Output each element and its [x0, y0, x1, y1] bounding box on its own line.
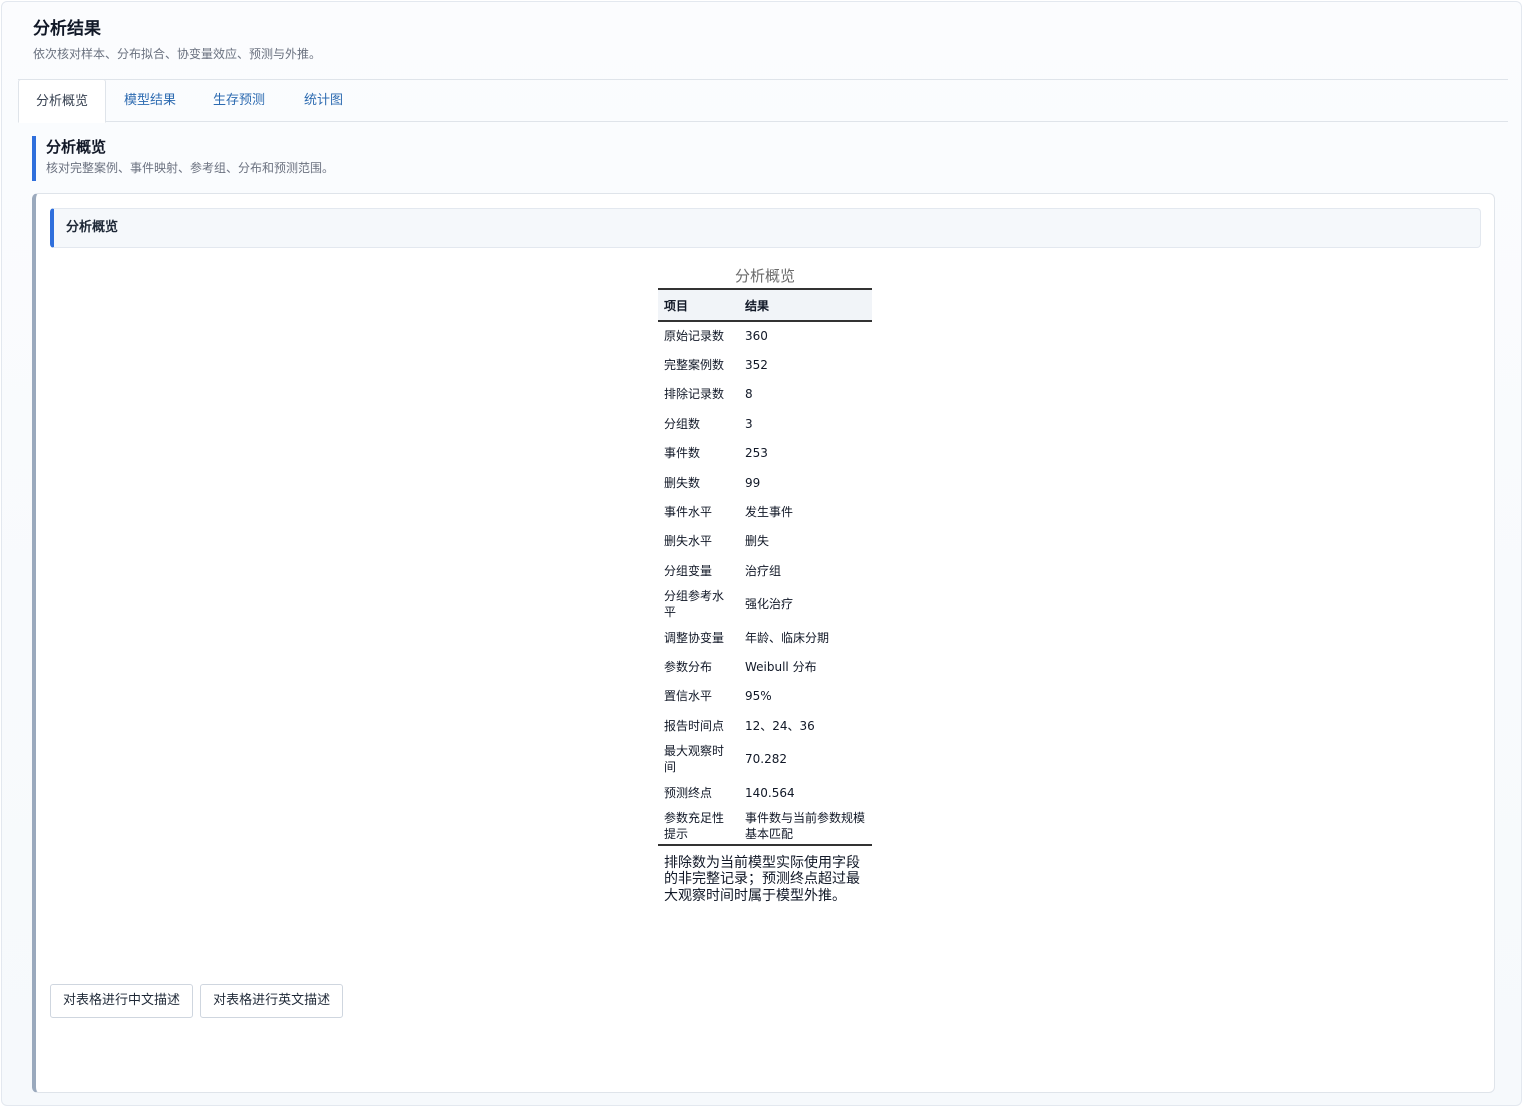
table-cell-item: 删失水平: [664, 534, 713, 549]
table-row: 报告时间点 12、24、36: [658, 711, 872, 740]
table-row: 删失水平 删失: [658, 527, 872, 556]
table-cell-result: 140.564: [745, 785, 795, 800]
describe-english-button[interactable]: 对表格进行英文描述: [200, 984, 344, 1018]
table-cell-result: 治疗组: [745, 563, 782, 578]
table-cell-item: 参数分布: [664, 660, 713, 675]
tab-charts[interactable]: 统计图: [304, 79, 343, 122]
page-header: 分析结果 依次核对样本、分布拟合、协变量效应、预测与外推。: [33, 17, 321, 62]
table-row: 调整协变量 年龄、临床分期: [658, 623, 872, 652]
table-cell-item: 预测终点: [664, 785, 713, 800]
table-cell-result: 删失: [745, 534, 770, 549]
table-cell-item: 分组变量: [664, 563, 713, 578]
page-subtitle: 依次核对样本、分布拟合、协变量效应、预测与外推。: [33, 47, 322, 61]
table-cell-result: 3: [745, 416, 753, 431]
table-row: 参数分布 Weibull 分布: [658, 652, 872, 681]
table-row: 事件数 253: [658, 439, 872, 468]
table-cell-result: 352: [745, 358, 768, 373]
table-row: 置信水平 95%: [658, 682, 872, 711]
table-note: 排除数为当前模型实际使用字段的非完整记录；预测终点超过最大观察时间时属于模型外推…: [664, 854, 860, 904]
table-cell-result: 70.282: [745, 752, 787, 767]
table-header-row: 项目 结果: [658, 289, 872, 321]
table-row: 完整案例数 352: [658, 350, 872, 379]
table-row: 事件水平 发生事件: [658, 497, 872, 526]
table-cell-item: 排除记录数: [664, 387, 725, 402]
table-cell-item: 删失数: [664, 475, 701, 490]
table-cell-item: 参数充足性提示: [664, 810, 725, 841]
table-caption: 分析概览: [734, 267, 795, 285]
table-cell-item: 事件数: [664, 446, 701, 461]
table-cell-item: 事件水平: [664, 505, 713, 520]
table-cell-result: 360: [745, 329, 768, 344]
table-row: 分组参考水平 强化治疗: [658, 586, 872, 624]
table-cell-item: 报告时间点: [664, 718, 725, 733]
section-subtitle: 核对完整案例、事件映射、参考组、分布和预测范围。: [46, 161, 335, 175]
table-cell-result: 95%: [745, 689, 772, 704]
table-row: 预测终点 140.564: [658, 778, 872, 807]
table-cell-item: 原始记录数: [664, 329, 725, 344]
result-card: 分析概览 分析概览 项目 结果 原始记录数 360 完整案例数 352 排除记录数 8 分组…: [32, 193, 1495, 1093]
table-cell-result: Weibull 分布: [745, 660, 817, 675]
tab-overview[interactable]: 分析概览: [18, 79, 106, 123]
tab-survival-prediction[interactable]: 生存预测: [213, 79, 265, 122]
table-row: 分组数 3: [658, 409, 872, 438]
table-body: 原始记录数 360 完整案例数 352 排除记录数 8 分组数 3 事件数 253 删失数 99 事件水…: [658, 321, 872, 845]
table-cell-item: 最大观察时间: [664, 744, 725, 775]
tab-model-results[interactable]: 模型结果: [124, 79, 176, 122]
table-cell-item: 分组数: [664, 416, 701, 431]
table-row: 参数充足性提示 事件数与当前参数规模基本匹配: [658, 807, 872, 845]
table-row: 原始记录数 360: [658, 321, 872, 350]
table-cell-result: 8: [745, 387, 753, 402]
table-cell-item: 完整案例数: [664, 358, 725, 373]
table-cell-result: 253: [745, 446, 768, 461]
section-header: 分析概览 核对完整案例、事件映射、参考组、分布和预测范围。: [32, 136, 632, 181]
page-title: 分析结果: [33, 19, 101, 39]
table-cell-item: 分组参考水平: [664, 589, 725, 620]
overview-table-wrapper: 分析概览 项目 结果 原始记录数 360 完整案例数 352 排除记录数 8 分组数 3 事件数…: [658, 264, 872, 904]
table-cell-item: 置信水平: [664, 689, 713, 704]
column-header-result: 结果: [745, 298, 770, 313]
table-cell-item: 调整协变量: [664, 630, 725, 645]
column-header-item: 项目: [664, 298, 689, 313]
overview-table: 项目 结果 原始记录数 360 完整案例数 352 排除记录数 8 分组数 3 事件数 253 删失…: [658, 288, 872, 846]
table-cell-result: 发生事件: [745, 505, 794, 520]
card-title: 分析概览: [50, 208, 1481, 248]
table-row: 最大观察时间 70.282: [658, 741, 872, 779]
table-cell-result: 99: [745, 475, 761, 490]
describe-buttons: 对表格进行中文描述 对表格进行英文描述: [50, 984, 345, 1018]
table-cell-result: 强化治疗: [745, 597, 794, 612]
table-row: 分组变量 治疗组: [658, 556, 872, 585]
table-row: 排除记录数 8: [658, 380, 872, 409]
table-cell-result: 年龄、临床分期: [745, 630, 830, 645]
table-cell-result: 事件数与当前参数规模基本匹配: [745, 810, 866, 841]
table-cell-result: 12、24、36: [745, 718, 815, 733]
section-title: 分析概览: [46, 138, 107, 156]
tab-bar: 分析概览 模型结果 生存预测 统计图: [18, 79, 1508, 123]
page-frame: 分析结果 依次核对样本、分布拟合、协变量效应、预测与外推。 分析概览 模型结果 …: [1, 1, 1522, 1106]
table-row: 删失数 99: [658, 468, 872, 497]
describe-chinese-button[interactable]: 对表格进行中文描述: [50, 984, 194, 1018]
